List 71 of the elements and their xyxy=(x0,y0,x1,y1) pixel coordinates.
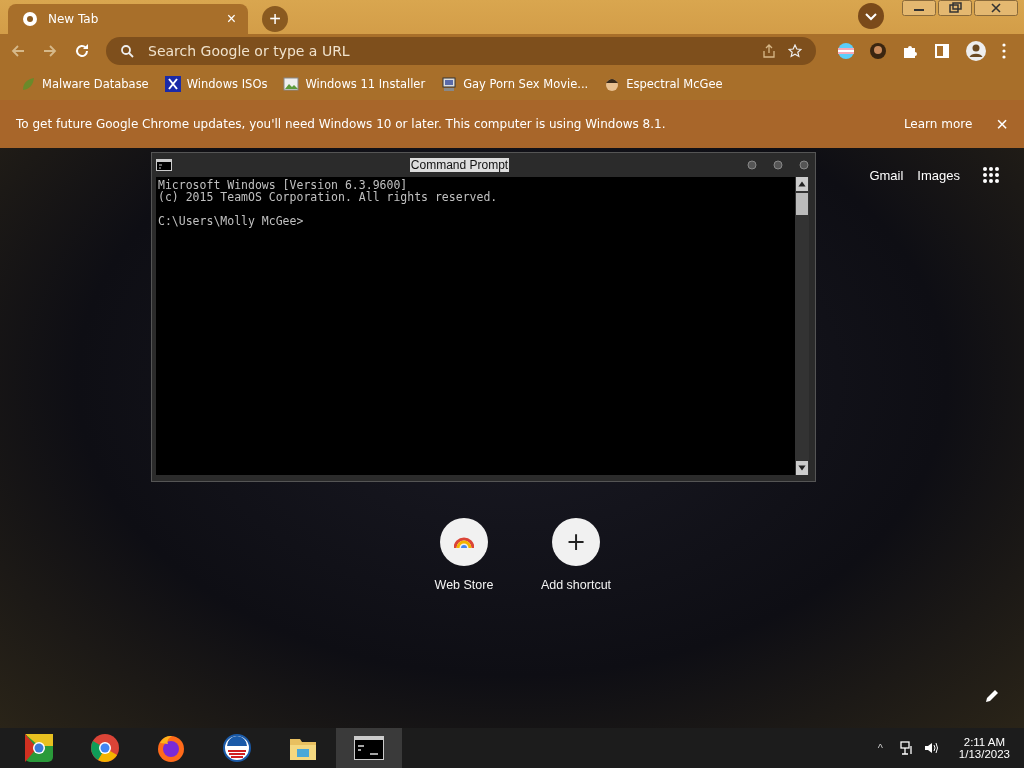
bookmark[interactable]: Malware Database xyxy=(20,76,149,92)
console-line: (c) 2015 TeamOS Corporation. All rights reserved. xyxy=(158,191,499,203)
bookmark-label: Windows ISOs xyxy=(186,77,268,91)
network-icon[interactable] xyxy=(898,740,915,756)
scroll-up-icon[interactable] xyxy=(796,177,808,191)
pencil-icon[interactable] xyxy=(984,688,1000,704)
shortcut-tile[interactable]: + Add shortcut xyxy=(524,518,628,592)
picture-icon xyxy=(283,76,300,92)
cartoon-face-icon xyxy=(604,76,621,92)
profile-icon[interactable] xyxy=(965,40,987,62)
speaker-icon[interactable] xyxy=(922,740,939,756)
search-icon xyxy=(120,44,134,58)
address-bar[interactable]: Search Google or type a URL xyxy=(106,37,816,65)
shortcut-label: Add shortcut xyxy=(540,578,612,592)
clock[interactable]: 2:11 AM 1/13/2023 xyxy=(946,736,1024,760)
close-infobar-button[interactable]: × xyxy=(996,112,1008,136)
clock-date: 1/13/2023 xyxy=(958,748,1010,760)
bookmark[interactable]: Gay Porn Sex Movie... xyxy=(441,76,589,92)
tab-title: New Tab xyxy=(48,12,100,26)
avatar-icon[interactable] xyxy=(869,42,887,60)
bookmark[interactable]: Espectral McGee xyxy=(604,76,723,92)
firefox-browser-icon xyxy=(156,733,186,763)
bookmark-label: Espectral McGee xyxy=(626,77,723,91)
bookmark-label: Gay Porn Sex Movie... xyxy=(463,77,589,91)
console-line: Microsoft Windows [Version 6.3.9600] xyxy=(158,179,408,191)
bookmark-label: Malware Database xyxy=(42,77,149,91)
scroll-thumb[interactable] xyxy=(796,193,808,215)
tab-search-icon[interactable] xyxy=(858,3,884,29)
new-tab-button[interactable]: + xyxy=(262,6,288,32)
window-title: Command Prompt xyxy=(409,158,510,172)
share-icon[interactable] xyxy=(762,44,776,58)
console-icon xyxy=(156,159,172,171)
menu-icon[interactable] xyxy=(1001,42,1007,60)
shortcut-tile[interactable]: Web Store xyxy=(412,518,516,592)
rainbow-arc-icon xyxy=(454,536,474,548)
maximize-button-icon[interactable] xyxy=(773,160,783,170)
chrome-browser-icon xyxy=(90,733,120,763)
rising-sun-logo-icon xyxy=(222,733,252,763)
computer-icon xyxy=(441,76,458,92)
minimize-button-icon[interactable] xyxy=(747,160,757,170)
leaf-icon xyxy=(20,76,36,92)
taskbar-app[interactable] xyxy=(336,728,402,768)
close-tab-button[interactable]: × xyxy=(222,10,240,28)
learn-more-link[interactable]: Learn more xyxy=(897,116,979,132)
shortcut-label: Web Store xyxy=(434,578,494,592)
canary-browser-icon xyxy=(24,733,54,763)
scrollbar[interactable] xyxy=(795,177,809,475)
header-link[interactable]: Gmail xyxy=(869,167,904,183)
side-panel-icon[interactable] xyxy=(933,42,951,60)
x-letter-icon xyxy=(164,76,181,92)
console-icon xyxy=(354,733,384,763)
chrome-logo-icon xyxy=(22,11,38,27)
console-line: C:\Users\Molly McGee> xyxy=(158,215,305,227)
show-hidden-icons-button[interactable]: ^ xyxy=(871,741,889,755)
plus-symbol: + xyxy=(565,530,587,554)
star-icon[interactable] xyxy=(788,44,802,58)
close-icon[interactable] xyxy=(974,0,1018,16)
scroll-down-icon[interactable] xyxy=(796,461,808,475)
reload-icon[interactable] xyxy=(74,43,90,59)
minimize-icon[interactable] xyxy=(902,0,936,16)
apps-grid-icon[interactable] xyxy=(982,166,1000,184)
restore-icon[interactable] xyxy=(938,0,972,16)
infobar-message: To get future Google Chrome updates, you'll need Windows 10 or later. This computer is using Windows 8.1. xyxy=(16,117,666,131)
header-link[interactable]: Images xyxy=(917,167,960,183)
bookmark[interactable]: Windows 11 Installer xyxy=(283,76,426,92)
close-button-icon[interactable] xyxy=(799,160,809,170)
bookmark[interactable]: Windows ISOs xyxy=(164,76,268,92)
clock-time: 2:11 AM xyxy=(963,736,1006,748)
striped-flag-icon[interactable] xyxy=(837,42,855,60)
bookmark-label: Windows 11 Installer xyxy=(305,77,426,91)
browser-tab[interactable]: New Tab × xyxy=(8,4,248,34)
